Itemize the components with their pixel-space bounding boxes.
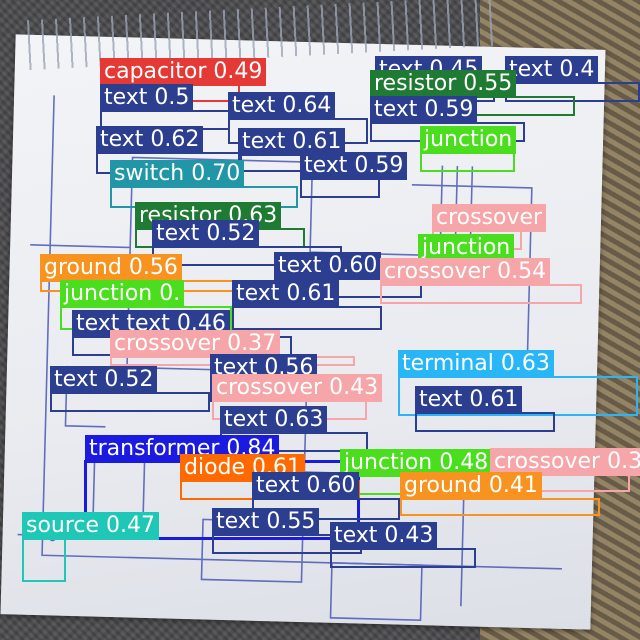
text-detection-label: text 0.59 bbox=[370, 96, 478, 124]
text-detection-label: text 0.64 bbox=[228, 92, 336, 120]
text-detection-label: text 0.43 bbox=[330, 522, 438, 550]
text-detection-box: text 0.61 bbox=[232, 280, 382, 330]
text-detection-label: text 0.55 bbox=[212, 508, 320, 536]
text-detection-label: text 0.61 bbox=[232, 280, 340, 308]
capacitor-detection-label: capacitor 0.49 bbox=[100, 58, 267, 86]
text-detection-label: text 0.63 bbox=[220, 406, 328, 434]
crossover-detection-box: crossover 0.54 bbox=[380, 258, 582, 304]
junction-detection-label: junction 0. bbox=[60, 280, 185, 308]
ground-detection-label: ground 0.41 bbox=[400, 472, 542, 500]
text-detection-label: text 0.4 bbox=[505, 56, 599, 84]
text-detection-label: text 0.5 bbox=[100, 84, 194, 112]
text-detection-label: text 0.61 bbox=[415, 386, 523, 414]
crossover-detection-label: crossover 0.43 bbox=[212, 374, 383, 402]
text-detection-box: text 0.59 bbox=[300, 152, 408, 198]
text-detection-label: text 0.60 bbox=[252, 472, 360, 500]
crossover-detection-label: crossover bbox=[432, 204, 547, 232]
crossover-detection-label: crossover 0.54 bbox=[380, 258, 551, 286]
text-detection-box: text 0.52 bbox=[50, 366, 210, 412]
terminal-detection-label: terminal 0.63 bbox=[398, 350, 554, 378]
source-detection-label: source 0.47 bbox=[22, 512, 160, 540]
ground-detection-label: ground 0.56 bbox=[40, 254, 182, 282]
text-detection-label: text 0.60 bbox=[274, 252, 382, 280]
text-detection-label: text 0.52 bbox=[50, 366, 158, 394]
junction-detection-label: junction bbox=[420, 126, 517, 154]
text-detection-box: text 0.43 bbox=[330, 522, 476, 568]
text-detection-label: text 0.59 bbox=[300, 152, 408, 180]
text-detection-box: text 0.61 bbox=[415, 386, 555, 432]
annotated-photo: capacitor 0.49text 0.45text 0.4resistor … bbox=[0, 0, 640, 640]
source-detection-box: source 0.47 bbox=[22, 512, 160, 582]
resistor-detection-label: resistor 0.55 bbox=[370, 70, 517, 98]
text-detection-label: text 0.52 bbox=[152, 220, 260, 248]
text-detection-label: text 0.62 bbox=[96, 126, 204, 154]
ground-detection-box: ground 0.41 bbox=[400, 472, 600, 516]
switch-detection-label: switch 0.70 bbox=[110, 160, 245, 188]
junction-detection-box: junction bbox=[420, 126, 517, 172]
